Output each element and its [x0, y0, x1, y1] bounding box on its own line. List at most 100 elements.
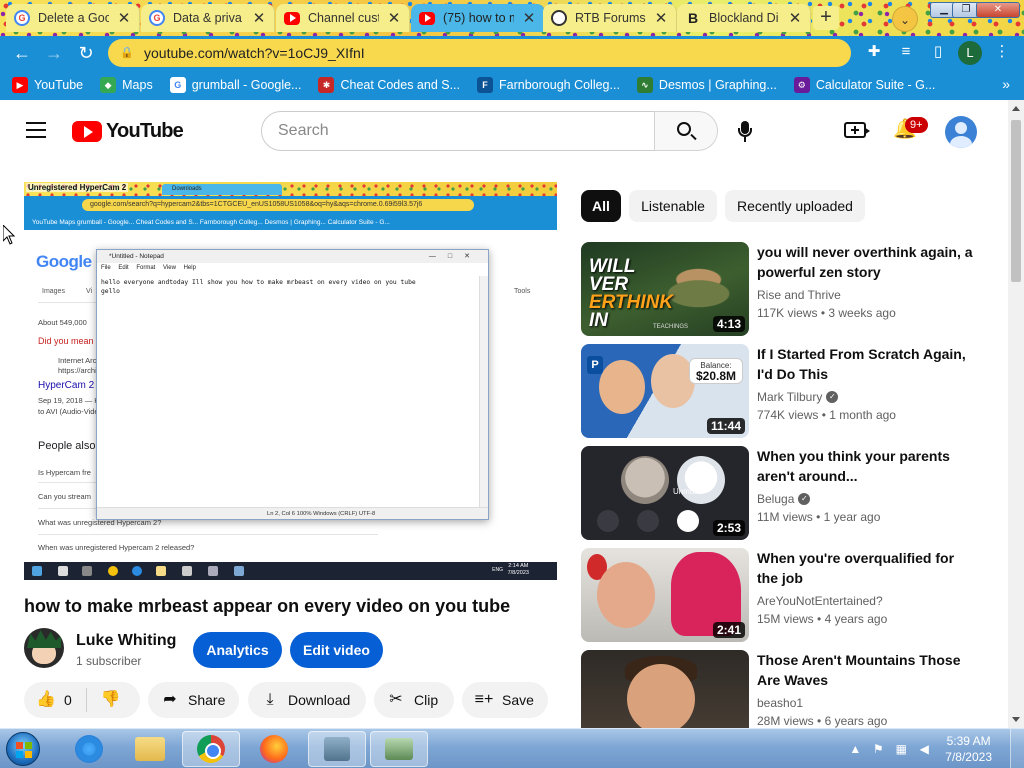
- clip-button[interactable]: ✂ Clip: [374, 682, 454, 718]
- start-button[interactable]: [6, 732, 40, 766]
- recommended-title[interactable]: When you think your parents aren't aroun…: [757, 446, 973, 486]
- recommended-title[interactable]: you will never overthink again, a powerf…: [757, 242, 973, 282]
- recommended-channel[interactable]: Rise and Thrive: [757, 288, 841, 302]
- chip-listenable[interactable]: Listenable: [629, 190, 717, 222]
- chip-all[interactable]: All: [581, 190, 621, 222]
- scroll-down-arrow-icon[interactable]: [1012, 717, 1020, 722]
- recommended-video[interactable]: Those Aren't Mountains Those Are Waves b…: [581, 650, 981, 728]
- browser-tab[interactable]: B Blockland Di ✕: [677, 4, 811, 32]
- channel-avatar[interactable]: [24, 628, 64, 668]
- media-control-icon[interactable]: ≡: [896, 42, 916, 62]
- close-tab-icon[interactable]: ✕: [654, 9, 668, 27]
- reload-icon[interactable]: ↻: [74, 41, 98, 65]
- close-tab-icon[interactable]: ✕: [252, 9, 266, 27]
- video-thumbnail[interactable]: WILL VER ERTHINK IN TEACHINGS 4:13: [581, 242, 749, 336]
- network-icon[interactable]: ▦: [893, 741, 909, 757]
- browser-tab[interactable]: Channel cust ✕: [276, 4, 410, 32]
- hypercam-icon: [234, 566, 244, 576]
- bookmark-item[interactable]: ✱ Cheat Codes and S...: [318, 77, 460, 93]
- flag-icon[interactable]: ⚑: [870, 741, 886, 757]
- video-thumbnail[interactable]: Unmute 2:53: [581, 446, 749, 540]
- side-panel-icon[interactable]: ▯: [928, 42, 948, 62]
- page-scrollbar[interactable]: [1008, 100, 1024, 728]
- edit-video-button[interactable]: Edit video: [290, 632, 383, 668]
- bookmarks-overflow-icon[interactable]: »: [1002, 76, 1010, 92]
- bookmark-item[interactable]: ∿ Desmos | Graphing...: [636, 77, 777, 93]
- create-video-icon[interactable]: [844, 122, 870, 138]
- bookmark-item[interactable]: Ggrumball - Google...: [169, 77, 301, 93]
- taskbar-app-chrome[interactable]: [182, 731, 240, 767]
- view-count: 774K views: [757, 408, 819, 422]
- recommended-title[interactable]: When you're overqualified for the job: [757, 548, 973, 588]
- chrome-menu-icon[interactable]: ⋮: [992, 42, 1012, 62]
- recommended-meta: 15M views • 4 years ago: [757, 612, 888, 626]
- bookmark-item[interactable]: ▶ YouTube: [12, 77, 83, 93]
- extensions-puzzle-icon[interactable]: ✚: [864, 42, 884, 62]
- scroll-up-arrow-icon[interactable]: [1012, 106, 1020, 111]
- youtube-logo[interactable]: YouTube: [72, 120, 184, 143]
- scrollbar-thumb[interactable]: [1011, 120, 1021, 282]
- thumbs-up-icon[interactable]: 👍: [36, 690, 56, 710]
- search-input[interactable]: Search: [261, 111, 655, 151]
- taskbar-app-monitor[interactable]: [370, 731, 428, 767]
- search-button[interactable]: [654, 111, 718, 151]
- recommended-channel[interactable]: Mark Tilbury ✓: [757, 390, 839, 404]
- recommended-meta: 774K views • 1 month ago: [757, 408, 896, 422]
- account-avatar[interactable]: [945, 116, 977, 148]
- close-tab-icon[interactable]: ✕: [788, 9, 802, 27]
- video-thumbnail[interactable]: [581, 650, 749, 728]
- back-arrow-icon[interactable]: ←: [10, 41, 34, 65]
- menu-hamburger-icon[interactable]: [26, 122, 46, 138]
- microphone-icon[interactable]: [737, 121, 753, 143]
- video-player[interactable]: Unregistered HyperCam 2 Downloads google…: [24, 182, 557, 580]
- folder-icon: [156, 566, 166, 576]
- video-thumbnail[interactable]: P Balance: $20.8M 11:44: [581, 344, 749, 438]
- browser-tab-active[interactable]: (75) how to m ✕: [411, 4, 545, 32]
- taskbar-clock[interactable]: 5:39 AM 7/8/2023: [945, 733, 992, 765]
- taskbar-app-firefox[interactable]: [245, 731, 303, 767]
- thumbs-down-icon[interactable]: 👎: [101, 690, 121, 710]
- recommended-title[interactable]: Those Aren't Mountains Those Are Waves: [757, 650, 973, 690]
- close-window-button[interactable]: ✕: [976, 2, 1020, 18]
- browser-tab[interactable]: RTB Forums ✕: [543, 4, 677, 32]
- browser-tab[interactable]: G Delete a Goo ✕: [6, 4, 140, 32]
- recording-result-date: Sep 19, 2018 — H: [38, 396, 100, 405]
- recommended-video[interactable]: 2:41 When you're overqualified for the j…: [581, 548, 981, 642]
- recording-results-count: About 549,000: [38, 318, 87, 327]
- chip-recently-uploaded[interactable]: Recently uploaded: [725, 190, 865, 222]
- download-button[interactable]: ⤓ Download: [248, 682, 366, 718]
- tab-search-icon[interactable]: ⌄: [892, 6, 918, 32]
- bookmark-label: Farnborough Colleg...: [499, 78, 620, 92]
- recommended-channel[interactable]: AreYouNotEntertained?: [757, 594, 883, 608]
- share-button[interactable]: ➦ Share: [148, 682, 239, 718]
- close-tab-icon[interactable]: ✕: [117, 9, 131, 27]
- show-desktop-button[interactable]: [1010, 729, 1024, 768]
- folder-icon: [135, 737, 165, 761]
- show-hidden-icons-icon[interactable]: ▲: [847, 741, 863, 757]
- bookmark-item[interactable]: ◆ Maps: [100, 77, 153, 93]
- analytics-button[interactable]: Analytics: [193, 632, 282, 668]
- recommended-video[interactable]: Unmute 2:53 When you think your parents …: [581, 446, 981, 540]
- recommended-channel[interactable]: Beluga ✓: [757, 492, 811, 506]
- channel-name[interactable]: Luke Whiting: [76, 632, 176, 650]
- new-tab-button[interactable]: +: [813, 6, 839, 30]
- profile-avatar[interactable]: L: [958, 41, 982, 65]
- video-thumbnail[interactable]: 2:41: [581, 548, 749, 642]
- bookmark-item[interactable]: F Farnborough Colleg...: [477, 77, 620, 93]
- recommended-video[interactable]: WILL VER ERTHINK IN TEACHINGS 4:13 you will…: [581, 242, 981, 336]
- close-tab-icon[interactable]: ✕: [387, 9, 401, 27]
- taskbar-app-explorer[interactable]: [121, 731, 179, 767]
- address-bar[interactable]: 🔒 youtube.com/watch?v=1oCJ9_XIfnI: [108, 39, 851, 67]
- recommended-channel[interactable]: beasho1: [757, 696, 803, 710]
- bookmark-item[interactable]: ⚙ Calculator Suite - G...: [793, 77, 935, 93]
- taskbar-app-ie[interactable]: [60, 731, 118, 767]
- recommended-video[interactable]: P Balance: $20.8M 11:44 If I Started From…: [581, 344, 981, 438]
- thumbnail-person: [627, 664, 695, 728]
- taskbar-app-hypercam[interactable]: [308, 731, 366, 767]
- browser-tab[interactable]: G Data & priva ✕: [141, 4, 275, 32]
- recommended-title[interactable]: If I Started From Scratch Again, I'd Do …: [757, 344, 973, 384]
- forward-arrow-icon[interactable]: →: [42, 41, 66, 65]
- save-button[interactable]: ≡+ Save: [462, 682, 548, 718]
- volume-icon[interactable]: ◀: [916, 741, 932, 757]
- close-tab-icon[interactable]: ✕: [522, 9, 536, 27]
